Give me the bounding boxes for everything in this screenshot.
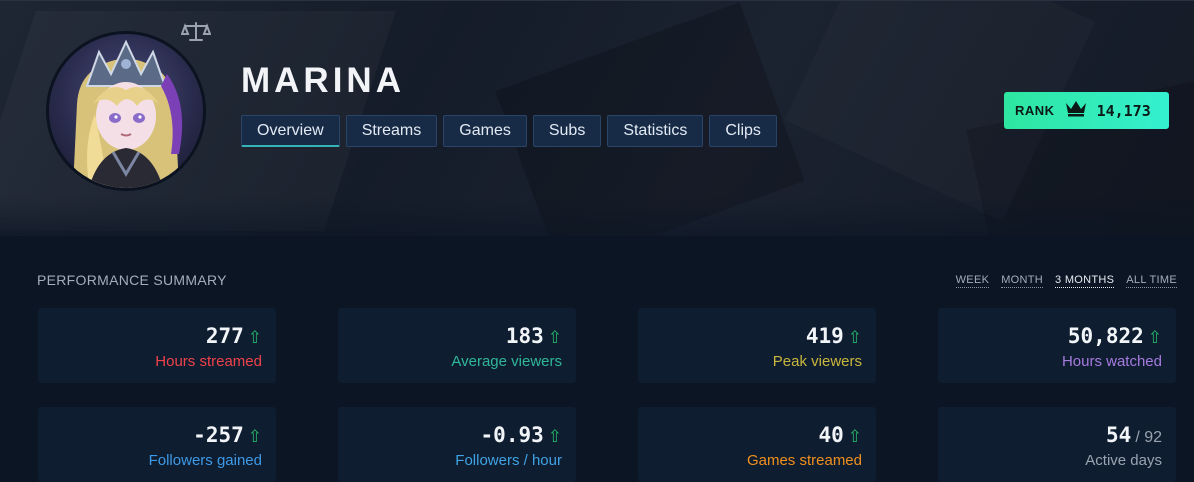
stat-value: 40 ⇧ (638, 423, 862, 449)
stat-number: 40 (818, 423, 844, 447)
stat-value: 50,822 ⇧ (938, 324, 1162, 350)
period-selector: WEEK MONTH 3 MONTHS ALL TIME (955, 274, 1177, 288)
rank-value: 14,173 (1096, 101, 1151, 120)
balance-scale-icon (180, 21, 212, 43)
crown-icon (1065, 99, 1087, 122)
stat-label: Games streamed (746, 452, 862, 469)
stat-number: 50,822 (1067, 324, 1144, 348)
arrow-up-icon: ⇧ (847, 427, 862, 447)
arrow-up-icon: ⇧ (247, 427, 262, 447)
stat-label: Average viewers (451, 353, 562, 370)
stat-label: Active days (1085, 452, 1162, 469)
stat-number: 183 (505, 324, 544, 348)
period-week[interactable]: WEEK (955, 274, 990, 288)
stat-number: -257 (193, 423, 244, 447)
channel-name: MARINA (241, 61, 405, 100)
period-month[interactable]: MONTH (1001, 274, 1044, 288)
tab-subs[interactable]: Subs (532, 115, 602, 147)
stat-number: -0.93 (480, 423, 544, 447)
tab-overview[interactable]: Overview (241, 115, 340, 147)
period-3-months[interactable]: 3 MONTHS (1055, 274, 1115, 288)
stat-card-peak-viewers: 419 ⇧ Peak viewers (638, 308, 876, 383)
stat-value: 277 ⇧ (38, 324, 262, 350)
stat-value: 419 ⇧ (638, 324, 862, 350)
stat-label: Hours streamed (155, 353, 262, 370)
tab-streams[interactable]: Streams (345, 115, 438, 147)
period-all-time[interactable]: ALL TIME (1126, 274, 1177, 288)
stat-number: 54 (1106, 423, 1132, 447)
channel-header: MARINA Overview Streams Games Subs Stati… (0, 0, 1194, 236)
stat-card-followers-per-hour: -0.93 ⇧ Followers / hour (338, 407, 576, 482)
stat-card-followers-gained: -257 ⇧ Followers gained (38, 407, 276, 482)
stat-number: 419 (805, 324, 844, 348)
channel-avatar[interactable] (46, 31, 206, 191)
stat-total: / 92 (1135, 429, 1162, 446)
stat-label: Peak viewers (772, 353, 862, 370)
performance-summary-title: PERFORMANCE SUMMARY (37, 272, 227, 288)
arrow-up-icon: ⇧ (547, 328, 562, 348)
stat-card-average-viewers: 183 ⇧ Average viewers (338, 308, 576, 383)
stat-card-hours-streamed: 277 ⇧ Hours streamed (38, 308, 276, 383)
stat-value: -257 ⇧ (38, 423, 262, 449)
stat-card-active-days: 54/ 92 Active days (938, 407, 1176, 482)
arrow-up-icon: ⇧ (247, 328, 262, 348)
stat-value: 183 ⇧ (338, 324, 562, 350)
channel-tabs: Overview Streams Games Subs Statistics C… (241, 115, 777, 147)
tab-games[interactable]: Games (443, 115, 527, 147)
stat-card-hours-watched: 50,822 ⇧ Hours watched (938, 308, 1176, 383)
arrow-up-icon: ⇧ (847, 328, 862, 348)
tab-clips[interactable]: Clips (709, 115, 777, 147)
arrow-up-icon: ⇧ (1147, 328, 1162, 348)
stat-number: 277 (205, 324, 244, 348)
rank-badge[interactable]: RANK 14,173 (1004, 92, 1169, 129)
stat-label: Followers / hour (455, 452, 562, 469)
arrow-up-icon: ⇧ (547, 427, 562, 447)
stat-card-games-streamed: 40 ⇧ Games streamed (638, 407, 876, 482)
stat-value: 54/ 92 (938, 423, 1162, 449)
stat-value: -0.93 ⇧ (338, 423, 562, 449)
rank-label: RANK (1015, 103, 1055, 118)
stat-label: Hours watched (1061, 353, 1162, 370)
stat-label: Followers gained (148, 452, 262, 469)
tab-statistics[interactable]: Statistics (607, 115, 704, 147)
